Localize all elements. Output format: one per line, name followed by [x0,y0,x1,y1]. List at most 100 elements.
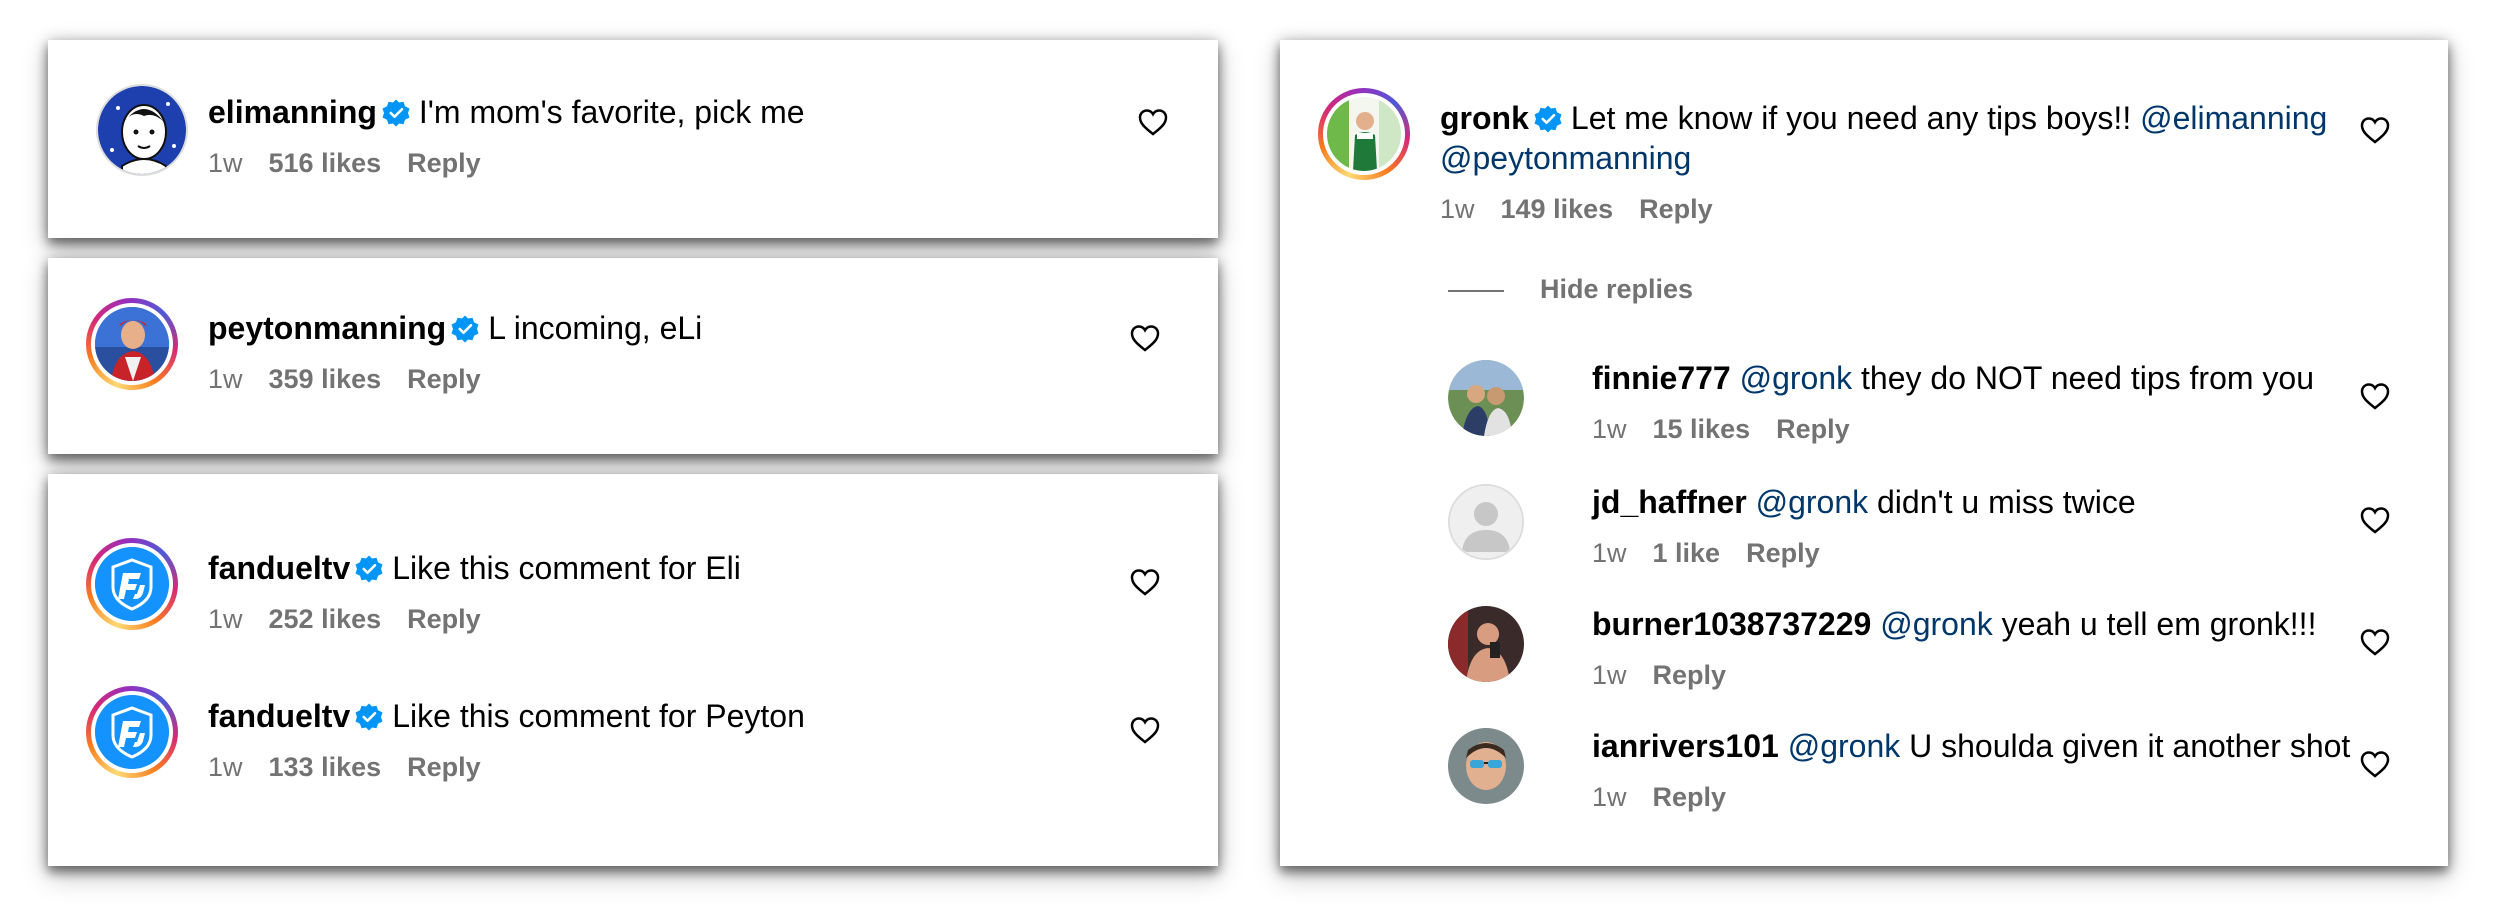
likes-count[interactable]: 1 like [1653,538,1721,568]
reply-button[interactable]: Reply [1776,414,1850,444]
like-heart-icon[interactable] [2360,628,2390,656]
avatar-peytonmanning[interactable] [86,298,178,390]
username[interactable]: peytonmanning [208,310,446,346]
avatar-burner1038737229[interactable] [1448,606,1524,682]
gronk-comment-line: gronk Let me know if you need any tips bo… [1440,98,2380,178]
comment-meta: 1w 133 likes Reply [208,752,507,783]
like-heart-icon[interactable] [1130,716,1160,744]
username[interactable]: burner1038737229 [1592,606,1871,642]
ianrivers-photo-icon [1448,728,1524,804]
comment-card-gronk-thread: gronk Let me know if you need any tips bo… [1280,40,2448,866]
username[interactable]: elimanning [208,94,377,130]
reply-text: U shoulda given it another shot [1909,728,2351,764]
reply-line: ianrivers101 @gronk U shoulda given it a… [1592,726,2350,766]
verified-badge-icon [1534,105,1562,133]
reply-line: finnie777 @gronk they do NOT need tips f… [1592,358,2314,398]
avatar-ianrivers101[interactable] [1448,728,1524,804]
avatar-fandueltv[interactable] [86,686,178,778]
burner-photo-icon [1448,606,1524,682]
comment-text: Like this comment for Eli [392,550,741,586]
username[interactable]: gronk [1440,100,1529,136]
mention-link[interactable]: @gronk [1788,728,1901,764]
username[interactable]: ianrivers101 [1592,728,1779,764]
comment-card-fandueltv: fandueltv Like this comment for Eli 1w 252… [48,474,1218,866]
like-heart-icon[interactable] [2360,116,2390,144]
reply-button[interactable]: Reply [407,148,481,178]
reply-meta: 1w 1 like Reply [1592,538,1846,569]
timestamp: 1w [1592,538,1627,568]
reply-meta: 1w Reply [1592,660,1752,691]
hide-replies-button[interactable]: Hide replies [1540,274,1693,305]
reply-button[interactable]: Reply [407,364,481,394]
reply-text: they do NOT need tips from you [1861,360,2314,396]
comment-line: fandueltv Like this comment for Eli [208,548,741,588]
hide-replies-label[interactable]: Hide replies [1540,274,1693,304]
reply-meta: 1w Reply [1592,782,1752,813]
timestamp: 1w [1592,660,1627,690]
peyton-photo-icon [95,307,169,381]
mention-link[interactable]: @elimanning [2140,100,2327,136]
mention-link[interactable]: @gronk [1756,484,1869,520]
likes-count[interactable]: 15 likes [1653,414,1751,444]
comment-card-elimanning: elimanning I'm mom's favorite, pick me 1w… [48,40,1218,238]
comment-line: fandueltv Like this comment for Peyton [208,696,805,736]
reply-text: didn't u miss twice [1877,484,2136,520]
reply-meta: 1w 15 likes Reply [1592,414,1876,445]
avatar-jd-haffner[interactable] [1448,484,1524,560]
reply-button[interactable]: Reply [407,752,481,782]
username[interactable]: fandueltv [208,550,350,586]
reply-text: yeah u tell em gronk!!! [2001,606,2317,642]
avatar-finnie777[interactable] [1448,360,1524,436]
mention-link[interactable]: @gronk [1740,360,1853,396]
timestamp: 1w [208,148,243,178]
comment-meta: 1w 359 likes Reply [208,364,507,395]
verified-badge-icon [382,99,410,127]
like-heart-icon[interactable] [1130,324,1160,352]
eli-portrait-icon [98,86,186,174]
username[interactable]: fandueltv [208,698,350,734]
timestamp: 1w [1440,194,1475,224]
comment-line: peytonmanning L incoming, eLi [208,308,702,348]
like-heart-icon[interactable] [1130,568,1160,596]
reply-button[interactable]: Reply [1639,194,1713,224]
verified-badge-icon [355,555,383,583]
verified-badge-icon [355,703,383,731]
default-user-icon [1450,486,1522,558]
reply-button[interactable]: Reply [1746,538,1820,568]
comment-card-peytonmanning: peytonmanning L incoming, eLi 1w 359 likes… [48,258,1218,454]
username[interactable]: finnie777 [1592,360,1731,396]
timestamp: 1w [208,364,243,394]
mention-link[interactable]: @gronk [1880,606,1993,642]
verified-badge-icon [451,315,479,343]
gronk-photo-icon [1327,97,1401,171]
comment-text: Let me know if you need any tips boys!! [1570,100,2132,136]
likes-count[interactable]: 149 likes [1501,194,1614,224]
like-heart-icon[interactable] [1138,108,1168,136]
avatar-elimanning[interactable] [96,84,188,176]
likes-count[interactable]: 133 likes [269,752,382,782]
fanduel-logo-icon [95,547,169,621]
like-heart-icon[interactable] [2360,382,2390,410]
comment-meta: 1w 149 likes Reply [1440,194,1739,225]
comment-line: elimanning I'm mom's favorite, pick me [208,92,805,132]
comment-fandueltv-peyton: fandueltv Like this comment for Peyton 1w… [48,622,1218,802]
reply-button[interactable]: Reply [1653,660,1727,690]
likes-count[interactable]: 359 likes [269,364,382,394]
timestamp: 1w [1592,782,1627,812]
like-heart-icon[interactable] [2360,506,2390,534]
like-heart-icon[interactable] [2360,750,2390,778]
likes-count[interactable]: 516 likes [269,148,382,178]
reply-line: jd_haffner @gronk didn't u miss twice [1592,482,2136,522]
hide-replies-divider [1448,290,1504,292]
username[interactable]: jd_haffner [1592,484,1747,520]
reply-line: burner1038737229 @gronk yeah u tell em g… [1592,604,2316,644]
mention-link[interactable]: @peytonmanning [1440,140,1691,176]
comment-text: I'm mom's favorite, pick me [418,94,805,130]
comment-text: Like this comment for Peyton [392,698,805,734]
avatar-gronk[interactable] [1318,88,1410,180]
fanduel-logo-icon [95,695,169,769]
avatar-fandueltv[interactable] [86,538,178,630]
comment-text: L incoming, eLi [488,310,703,346]
comment-meta: 1w 516 likes Reply [208,148,507,179]
reply-button[interactable]: Reply [1653,782,1727,812]
